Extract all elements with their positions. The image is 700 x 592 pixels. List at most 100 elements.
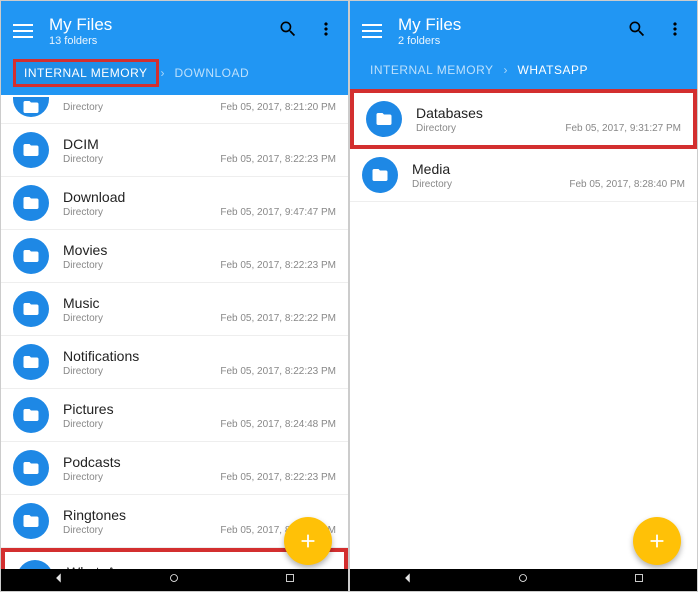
add-button[interactable] (284, 517, 332, 565)
menu-icon[interactable] (13, 24, 33, 38)
folder-date: Feb 05, 2017, 8:22:23 PM (220, 260, 336, 271)
folder-meta: Directory Feb 05, 2017, 8:22:23 PM (63, 472, 336, 483)
folder-meta: Directory Feb 05, 2017, 9:47:47 PM (63, 207, 336, 218)
folder-row[interactable]: DCIM Directory Feb 05, 2017, 8:22:23 PM (1, 124, 348, 177)
folder-type: Directory (412, 179, 452, 190)
breadcrumb-item[interactable]: INTERNAL MEMORY (362, 59, 502, 81)
folder-name: Media (412, 161, 685, 177)
row-body: WhatsAppDirectoryFeb 05, 2017, 9:00:21 P… (67, 564, 332, 570)
folder-meta: DirectoryFeb 05, 2017, 8:28:40 PM (412, 179, 685, 190)
folder-meta: DirectoryFeb 05, 2017, 8:24:48 PM (63, 419, 336, 430)
row-body: Databases Directory Feb 05, 2017, 9:31:27 … (416, 105, 681, 134)
folder-row[interactable]: Databases Directory Feb 05, 2017, 9:31:27 … (350, 89, 697, 149)
breadcrumb-item[interactable]: DOWNLOAD (167, 62, 258, 84)
search-icon[interactable] (278, 19, 298, 44)
folder-name: Databases (416, 105, 681, 121)
folder-date: Feb 05, 2017, 8:22:22 PM (220, 313, 336, 324)
folder-row[interactable]: Music Directory Feb 05, 2017, 8:22:22 PM (1, 283, 348, 336)
breadcrumb: INTERNAL MEMORY›WHATSAPP (362, 53, 685, 89)
folder-meta: Directory Feb 05, 2017, 8:22:23 PM (63, 366, 336, 377)
folder-type: Directory (63, 154, 103, 165)
folder-type: Directory (63, 207, 103, 218)
folder-row[interactable]: PodcastsDirectoryFeb 05, 2017, 8:22:23 P… (1, 442, 348, 495)
folder-name: Music (63, 295, 336, 311)
folder-count: 13 folders (49, 35, 278, 47)
row-body: DCIM Directory Feb 05, 2017, 8:22:23 PM (63, 136, 336, 165)
back-icon[interactable] (401, 571, 415, 590)
folder-icon (366, 101, 402, 137)
folder-list[interactable]: DirectoryFeb 05, 2017, 8:21:20 PM DCIM Dir… (1, 95, 348, 569)
folder-name: Download (63, 189, 336, 205)
folder-date: Feb 05, 2017, 8:22:23 PM (220, 472, 336, 483)
folder-type: Directory (63, 102, 103, 113)
folder-date: Feb 05, 2017, 8:24:48 PM (220, 419, 336, 430)
folder-date: Feb 05, 2017, 8:22:23 PM (220, 366, 336, 377)
app-header: My Files 13 folders INTERNAL MEMORY›DOWN… (1, 1, 348, 95)
row-body: Media DirectoryFeb 05, 2017, 8:28:40 PM (412, 161, 685, 190)
row-body: Download Directory Feb 05, 2017, 9:47:47 P… (63, 189, 336, 218)
folder-type: Directory (63, 260, 103, 271)
folder-list[interactable]: Databases Directory Feb 05, 2017, 9:31:27 … (350, 89, 697, 569)
row-body: Pictures DirectoryFeb 05, 2017, 8:24:48 P… (63, 401, 336, 430)
back-icon[interactable] (52, 571, 66, 590)
folder-name: WhatsApp (67, 564, 332, 570)
header-top: My Files 13 folders (13, 9, 336, 53)
folder-meta: Directory Feb 05, 2017, 8:22:22 PM (63, 313, 336, 324)
breadcrumb-item[interactable]: INTERNAL MEMORY (13, 59, 159, 87)
top-actions (278, 19, 336, 44)
search-icon[interactable] (627, 19, 647, 44)
home-icon[interactable] (516, 571, 530, 590)
folder-row[interactable]: Pictures DirectoryFeb 05, 2017, 8:24:48 P… (1, 389, 348, 442)
folder-type: Directory (63, 525, 103, 536)
add-button[interactable] (633, 517, 681, 565)
recents-icon[interactable] (632, 571, 646, 590)
folder-row[interactable]: DirectoryFeb 05, 2017, 8:21:20 PM (1, 95, 348, 124)
folder-row[interactable]: Download Directory Feb 05, 2017, 9:47:47 P… (1, 177, 348, 230)
chevron-right-icon: › (504, 63, 508, 77)
home-icon[interactable] (167, 571, 181, 590)
folder-row[interactable]: Media DirectoryFeb 05, 2017, 8:28:40 PM (350, 149, 697, 202)
folder-date: Feb 05, 2017, 9:31:27 PM (565, 123, 681, 134)
folder-name: Pictures (63, 401, 336, 417)
folder-type: Directory (63, 472, 103, 483)
folder-type: Directory (416, 123, 456, 134)
left-screen: My Files 13 folders INTERNAL MEMORY›DOWN… (0, 0, 349, 592)
header-top: My Files 2 folders (362, 9, 685, 53)
folder-type: Directory (63, 313, 103, 324)
folder-icon (13, 397, 49, 433)
folder-row[interactable]: Movies Directory Feb 05, 2017, 8:22:23 PM (1, 230, 348, 283)
recents-icon[interactable] (283, 571, 297, 590)
folder-date: Feb 05, 2017, 8:22:23 PM (220, 154, 336, 165)
folder-icon (362, 157, 398, 193)
folder-name: DCIM (63, 136, 336, 152)
folder-icon (13, 97, 49, 117)
folder-date: Feb 05, 2017, 9:47:47 PM (220, 207, 336, 218)
folder-icon (13, 503, 49, 539)
app-title: My Files (398, 15, 627, 35)
more-icon[interactable] (665, 19, 685, 44)
folder-count: 2 folders (398, 35, 627, 47)
more-icon[interactable] (316, 19, 336, 44)
top-actions (627, 19, 685, 44)
row-body: DirectoryFeb 05, 2017, 8:21:20 PM (63, 102, 336, 113)
title-block: My Files 13 folders (49, 15, 278, 47)
android-navbar (350, 569, 697, 591)
android-navbar (1, 569, 348, 591)
title-block: My Files 2 folders (398, 15, 627, 47)
row-body: NotificationsDirectoryFeb 05, 2017, 8:22… (63, 348, 336, 377)
folder-icon (13, 185, 49, 221)
folder-meta: Directory Feb 05, 2017, 8:22:23 PM (63, 260, 336, 271)
folder-icon (13, 344, 49, 380)
menu-icon[interactable] (362, 24, 382, 38)
breadcrumb-item[interactable]: WHATSAPP (510, 59, 596, 81)
folder-row[interactable]: NotificationsDirectoryFeb 05, 2017, 8:22… (1, 336, 348, 389)
folder-meta: Directory Feb 05, 2017, 9:31:27 PM (416, 123, 681, 134)
folder-icon (13, 238, 49, 274)
folder-type: Directory (63, 366, 103, 377)
row-body: Movies Directory Feb 05, 2017, 8:22:23 PM (63, 242, 336, 271)
right-screen: My Files 2 folders INTERNAL MEMORY›WHATS… (349, 0, 698, 592)
row-body: PodcastsDirectoryFeb 05, 2017, 8:22:23 P… (63, 454, 336, 483)
folder-name: Movies (63, 242, 336, 258)
app-header: My Files 2 folders INTERNAL MEMORY›WHATS… (350, 1, 697, 89)
app-title: My Files (49, 15, 278, 35)
